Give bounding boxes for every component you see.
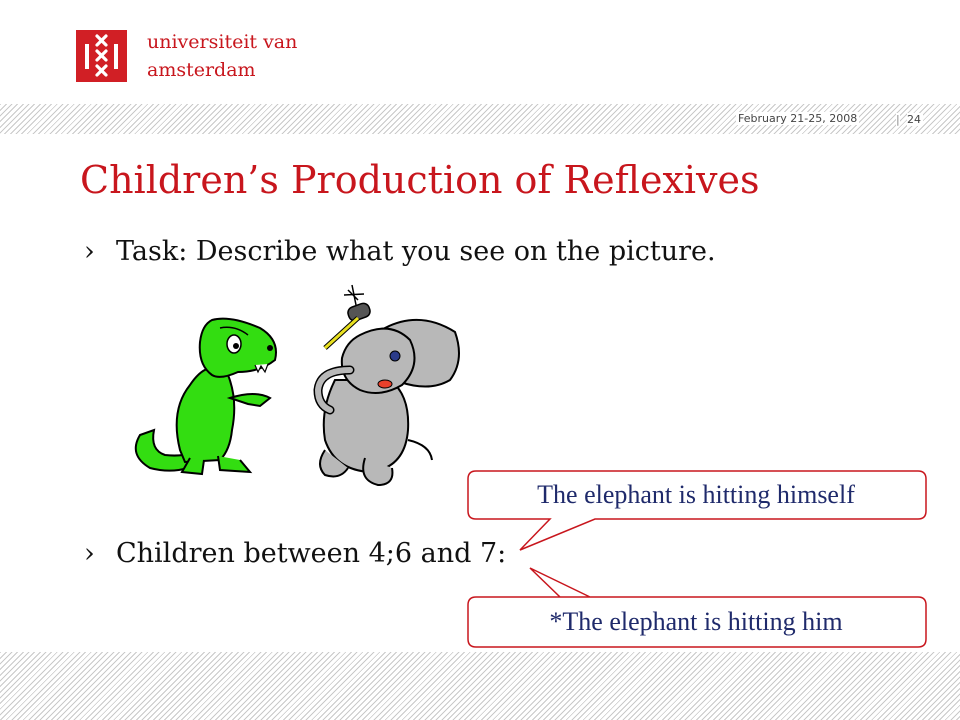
presentation-date: February 21-25, 2008 [736, 112, 860, 125]
bullet-marker: › [84, 538, 95, 569]
crocodile-figure [134, 317, 277, 476]
callout-reflexive-sentence: The elephant is hitting himself [537, 480, 855, 509]
page-separator: | [896, 113, 900, 126]
university-name: universiteit van amsterdam [147, 28, 297, 84]
callout-pronoun-sentence: *The elephant is hitting him [549, 607, 843, 636]
slide-title: Children’s Production of Reflexives [80, 158, 760, 202]
elephant-figure [313, 284, 460, 487]
bullet-text: Task: Describe what you see on the pictu… [116, 236, 716, 267]
page-number: 24 [907, 113, 923, 126]
bullet-text: Children between 4;6 and 7: [116, 538, 507, 569]
footer-hatch-band [0, 652, 960, 720]
university-name-line2: amsterdam [147, 59, 256, 81]
crocodile-elephant-illustration [120, 280, 470, 495]
university-name-line1: universiteit van [147, 31, 298, 53]
uva-logo-icon [76, 30, 127, 82]
bullet-children-age: › Children between 4;6 and 7: [84, 538, 506, 569]
bullet-task: › Task: Describe what you see on the pict… [84, 236, 716, 267]
bullet-marker: › [84, 236, 95, 267]
